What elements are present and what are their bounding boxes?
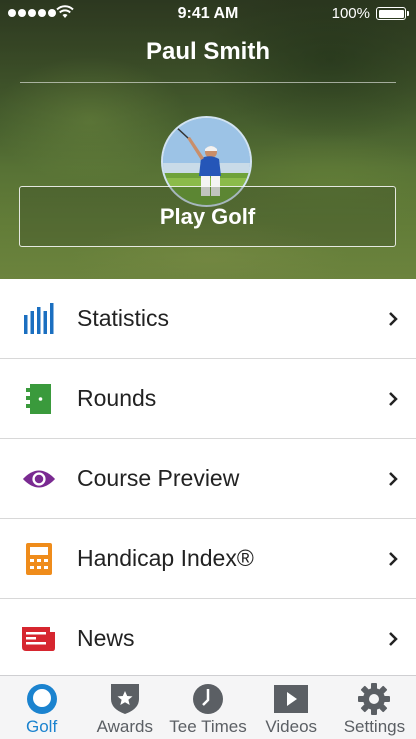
tab-settings[interactable]: Settings [333,676,416,739]
battery-percentage: 100% [331,5,370,22]
menu-item-statistics[interactable]: Statistics [0,279,416,359]
eye-icon [22,462,56,496]
calculator-icon [22,542,56,576]
menu-item-label: Statistics [77,305,170,331]
gear-icon [357,682,391,716]
menu-item-label: News [77,625,135,651]
tab-label: Settings [343,717,406,736]
tab-label: Tee Times [169,717,247,736]
status-bar: 9:41 AM 100% [0,0,416,28]
menu-item-rounds[interactable]: Rounds [0,359,416,439]
header-divider [20,82,396,83]
scorecard-icon [22,382,56,416]
tab-bar: Golf Awards Tee Times Videos Settings [0,675,416,739]
tab-label: Videos [265,717,318,736]
menu-item-label: Handicap Index® [77,545,254,571]
bar-chart-icon [22,302,56,336]
play-golf-button[interactable]: Play Golf [19,186,396,247]
chevron-right-icon [389,311,398,326]
tab-tee-times[interactable]: Tee Times [166,676,249,739]
user-name: Paul Smith [145,38,271,65]
menu-item-label: Course Preview [77,465,240,491]
award-shield-icon [108,682,142,716]
newspaper-icon [22,622,56,656]
tab-awards[interactable]: Awards [83,676,166,739]
chevron-right-icon [389,391,398,406]
main-menu: Statistics Rounds Course Preview Handica… [0,279,416,679]
tab-golf[interactable]: Golf [0,676,83,739]
menu-item-news[interactable]: News [0,599,416,679]
clock-icon [191,682,225,716]
golf-ball-icon [25,682,59,716]
tab-label: Golf [26,717,58,736]
battery-icon [376,7,409,20]
chevron-right-icon [389,551,398,566]
profile-header: 9:41 AM 100% Paul Smith Play Golf [0,0,416,279]
tab-videos[interactable]: Videos [250,676,333,739]
chevron-right-icon [389,631,398,646]
play-icon [274,682,309,716]
menu-item-label: Rounds [77,385,157,411]
menu-item-course-preview[interactable]: Course Preview [0,439,416,519]
chevron-right-icon [389,471,398,486]
menu-item-handicap-index[interactable]: Handicap Index® [0,519,416,599]
tab-label: Awards [96,717,153,736]
